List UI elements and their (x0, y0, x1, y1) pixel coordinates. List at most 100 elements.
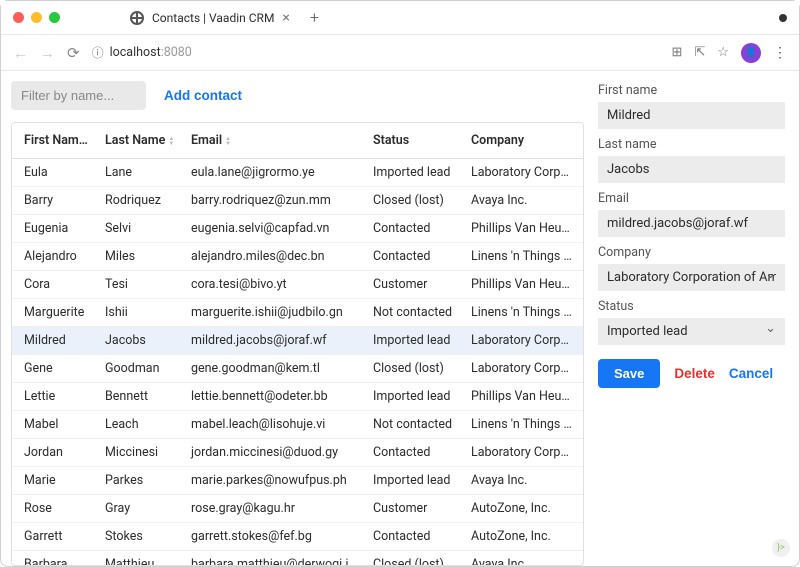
site-info-icon[interactable]: ⓘ (92, 44, 104, 61)
profile-avatar[interactable]: 👤 (741, 43, 761, 63)
cell-status: Not contacted (365, 305, 463, 320)
cell-last-name: Tesi (97, 277, 183, 292)
cell-email: rose.gray@kagu.hr (183, 501, 365, 516)
close-window-button[interactable] (13, 12, 24, 23)
table-row[interactable]: RoseGrayrose.gray@kagu.hrCustomerAutoZon… (12, 495, 583, 523)
cell-last-name: Matthieu (97, 557, 183, 565)
cell-last-name: Bennett (97, 389, 183, 404)
email-field[interactable] (598, 210, 785, 237)
table-row[interactable]: MargueriteIshiimarguerite.ishii@judbilo.… (12, 299, 583, 327)
cell-email: lettie.bennett@odeter.bb (183, 389, 365, 404)
first-name-field[interactable] (598, 102, 785, 129)
share-icon[interactable]: ⇱ (694, 45, 705, 60)
back-button[interactable]: ← (13, 44, 28, 62)
save-button[interactable]: Save (598, 359, 660, 388)
maximize-window-button[interactable] (49, 12, 60, 23)
table-row[interactable]: EugeniaSelvieugenia.selvi@capfad.vnConta… (12, 215, 583, 243)
cell-status: Imported lead (365, 333, 463, 348)
cell-status: Customer (365, 501, 463, 516)
qr-icon[interactable]: ⊞ (672, 45, 683, 60)
cell-company: Laboratory Corpora (463, 333, 583, 348)
browser-menu-icon[interactable]: ⋮ (773, 45, 787, 61)
cell-last-name: Rodriquez (97, 193, 183, 208)
cell-status: Contacted (365, 249, 463, 264)
cell-company: Phillips Van Heusen (463, 389, 583, 404)
cell-status: Closed (lost) (365, 193, 463, 208)
main-panel: Add contact First Name▲▼ Last Name▲▼ Ema… (1, 71, 584, 566)
cell-status: Contacted (365, 445, 463, 460)
cell-last-name: Gray (97, 501, 183, 516)
reload-button[interactable]: ⟳ (67, 44, 80, 62)
table-row[interactable]: MabelLeachmabel.leach@lisohuje.viNot con… (12, 411, 583, 439)
table-row[interactable]: CoraTesicora.tesi@bivo.ytCustomerPhillip… (12, 271, 583, 299)
cell-email: mildred.jacobs@joraf.wf (183, 333, 365, 348)
cell-company: AutoZone, Inc. (463, 529, 583, 544)
table-row[interactable]: LettieBennettlettie.bennett@odeter.bbImp… (12, 383, 583, 411)
window-menu-icon[interactable] (779, 14, 787, 22)
new-tab-button[interactable]: + (310, 8, 319, 27)
cell-email: marguerite.ishii@judbilo.gn (183, 305, 365, 320)
window-controls (13, 12, 60, 23)
table-row[interactable]: MarieParkesmarie.parkes@nowufpus.phImpor… (12, 467, 583, 495)
cell-email: garrett.stokes@fef.bg (183, 529, 365, 544)
status-select[interactable] (598, 318, 785, 345)
add-contact-button[interactable]: Add contact (158, 81, 248, 110)
grid-body[interactable]: EulaLaneeula.lane@jigrormo.yeImported le… (12, 159, 583, 565)
cell-first-name: Eula (12, 165, 97, 180)
cell-status: Imported lead (365, 473, 463, 488)
tab-title: Contacts | Vaadin CRM (152, 11, 274, 25)
table-row[interactable]: JordanMiccinesijordan.miccinesi@duod.gyC… (12, 439, 583, 467)
header-status[interactable]: Status (365, 133, 463, 148)
forward-button[interactable]: → (40, 44, 55, 62)
cell-first-name: Mildred (12, 333, 97, 348)
browser-tab[interactable]: Contacts | Vaadin CRM × (120, 4, 300, 32)
cell-company: Linens 'n Things Inc (463, 417, 583, 432)
cell-last-name: Miccinesi (97, 445, 183, 460)
label-company: Company (598, 245, 785, 260)
table-row[interactable]: EulaLaneeula.lane@jigrormo.yeImported le… (12, 159, 583, 187)
cell-email: marie.parkes@nowufpus.ph (183, 473, 365, 488)
cell-company: Laboratory Corpora (463, 361, 583, 376)
cell-email: eugenia.selvi@capfad.vn (183, 221, 365, 236)
header-company[interactable]: Company (463, 133, 583, 148)
label-status: Status (598, 299, 785, 314)
cancel-button[interactable]: Cancel (729, 366, 773, 381)
last-name-field[interactable] (598, 156, 785, 183)
cell-first-name: Alejandro (12, 249, 97, 264)
cell-last-name: Selvi (97, 221, 183, 236)
minimize-window-button[interactable] (31, 12, 42, 23)
cell-status: Imported lead (365, 165, 463, 180)
company-select[interactable] (598, 264, 785, 291)
table-row[interactable]: BarryRodriquezbarry.rodriquez@zun.mmClos… (12, 187, 583, 215)
cell-first-name: Rose (12, 501, 97, 516)
url-text: localhost:8080 (110, 45, 192, 60)
cell-email: alejandro.miles@dec.bn (183, 249, 365, 264)
bookmark-icon[interactable]: ☆ (717, 45, 729, 60)
sort-icon: ▲▼ (168, 136, 174, 146)
cell-status: Contacted (365, 221, 463, 236)
table-row[interactable]: GarrettStokesgarrett.stokes@fef.bgContac… (12, 523, 583, 551)
contacts-grid: First Name▲▼ Last Name▲▼ Email▲▼ Status … (11, 122, 584, 566)
browser-toolbar: ← → ⟳ ⓘ localhost:8080 ⊞ ⇱ ☆ 👤 ⋮ (1, 35, 799, 71)
table-row[interactable]: BarbaraMatthieubarbara.matthieu@derwogi.… (12, 551, 583, 565)
tab-close-icon[interactable]: × (282, 10, 289, 26)
cell-email: barry.rodriquez@zun.mm (183, 193, 365, 208)
cell-first-name: Barbara (12, 557, 97, 565)
header-email[interactable]: Email▲▼ (183, 133, 365, 148)
cell-company: Phillips Van Heusen (463, 277, 583, 292)
tab-favicon-icon (130, 11, 144, 25)
table-row[interactable]: MildredJacobsmildred.jacobs@joraf.wfImpo… (12, 327, 583, 355)
header-last-name[interactable]: Last Name▲▼ (97, 133, 183, 148)
table-row[interactable]: GeneGoodmangene.goodman@kem.tlClosed (lo… (12, 355, 583, 383)
label-email: Email (598, 191, 785, 206)
address-bar[interactable]: ⓘ localhost:8080 (92, 44, 660, 61)
delete-button[interactable]: Delete (674, 366, 715, 381)
cell-last-name: Parkes (97, 473, 183, 488)
sort-icon: ▲▼ (89, 136, 95, 146)
cell-status: Closed (lost) (365, 557, 463, 565)
cell-first-name: Garrett (12, 529, 97, 544)
cell-email: eula.lane@jigrormo.ye (183, 165, 365, 180)
filter-input[interactable] (11, 81, 146, 110)
table-row[interactable]: AlejandroMilesalejandro.miles@dec.bnCont… (12, 243, 583, 271)
header-first-name[interactable]: First Name▲▼ (12, 133, 97, 148)
